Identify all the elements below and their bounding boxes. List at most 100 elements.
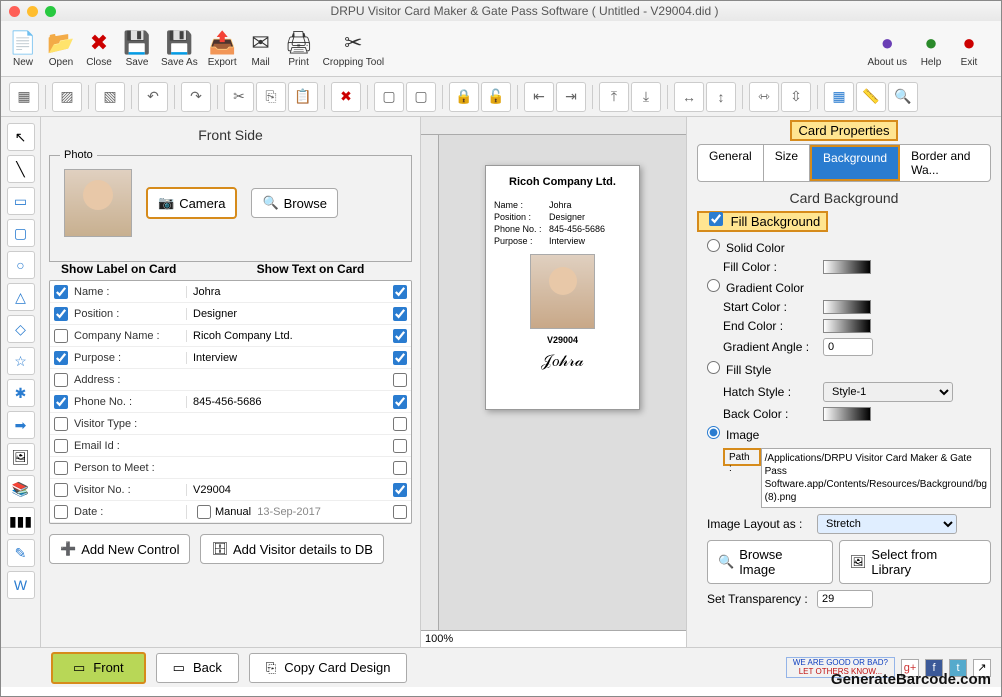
tool-btn[interactable]: ▦ [9, 82, 39, 112]
field-value[interactable]: Designer [186, 308, 389, 320]
triangle-tool[interactable]: △ [7, 283, 35, 311]
align-top-button[interactable]: ⤒ [599, 82, 629, 112]
help-button[interactable]: ●Help [917, 29, 945, 68]
open-button[interactable]: 📂Open [47, 29, 75, 68]
mail-button[interactable]: ✉Mail [247, 29, 275, 68]
canvas[interactable]: Ricoh Company Ltd. Name :Johra Position … [439, 135, 686, 630]
image-radio[interactable]: Image [707, 428, 759, 442]
tab-border[interactable]: Border and Wa... [900, 145, 990, 181]
field-value[interactable]: 845-456-5686 [186, 396, 389, 408]
manual-checkbox[interactable] [197, 505, 211, 519]
show-label-checkbox[interactable] [54, 351, 68, 365]
minimize-window-icon[interactable] [27, 6, 38, 17]
unlock-button[interactable]: 🔓 [481, 82, 511, 112]
rect-tool[interactable]: ▭ [7, 187, 35, 215]
fill-background-checkbox[interactable]: Fill Background [697, 211, 828, 232]
paste-button[interactable]: 📋 [288, 82, 318, 112]
crop-button[interactable]: ✂Cropping Tool [323, 29, 385, 68]
line-tool[interactable]: ╲ [7, 155, 35, 183]
back-color-swatch[interactable] [823, 407, 871, 421]
card-preview[interactable]: Ricoh Company Ltd. Name :Johra Position … [485, 165, 640, 410]
camera-button[interactable]: 📷Camera [146, 187, 237, 219]
end-color-swatch[interactable] [823, 319, 871, 333]
show-label-checkbox[interactable] [54, 505, 68, 519]
dist-v-button[interactable]: ⇳ [781, 82, 811, 112]
gradient-angle-input[interactable] [823, 338, 873, 356]
tab-general[interactable]: General [698, 145, 764, 181]
tool-btn[interactable]: ▧ [95, 82, 125, 112]
delete-button[interactable]: ✖ [331, 82, 361, 112]
center-v-button[interactable]: ↕ [706, 82, 736, 112]
transparency-input[interactable] [817, 590, 873, 608]
show-label-checkbox[interactable] [54, 483, 68, 497]
fill-style-radio[interactable]: Fill Style [707, 363, 771, 377]
show-text-checkbox[interactable] [393, 373, 407, 387]
image-tool[interactable]: 🖼 [7, 443, 35, 471]
close-window-icon[interactable] [9, 6, 20, 17]
signature-tool[interactable]: ✎ [7, 539, 35, 567]
about-button[interactable]: ●About us [868, 29, 907, 68]
burst-tool[interactable]: ✱ [7, 379, 35, 407]
add-control-button[interactable]: ➕Add New Control [49, 534, 190, 564]
cut-button[interactable]: ✂ [224, 82, 254, 112]
exit-button[interactable]: ●Exit [955, 29, 983, 68]
dist-h-button[interactable]: ⇿ [749, 82, 779, 112]
show-label-checkbox[interactable] [54, 307, 68, 321]
redo-button[interactable]: ↷ [181, 82, 211, 112]
tab-background[interactable]: Background [810, 145, 900, 181]
copy-design-button[interactable]: ⎘Copy Card Design [249, 653, 408, 683]
front-tab-button[interactable]: ▭Front [51, 652, 146, 684]
solid-color-radio[interactable]: Solid Color [707, 241, 785, 255]
show-label-checkbox[interactable] [54, 439, 68, 453]
show-text-checkbox[interactable] [393, 285, 407, 299]
roundrect-tool[interactable]: ▢ [7, 219, 35, 247]
undo-button[interactable]: ↶ [138, 82, 168, 112]
ruler-button[interactable]: 📏 [856, 82, 886, 112]
print-button[interactable]: 🖨Print [285, 29, 313, 68]
gradient-color-radio[interactable]: Gradient Color [707, 281, 804, 295]
show-label-checkbox[interactable] [54, 285, 68, 299]
zoom-button[interactable]: 🔍 [888, 82, 918, 112]
lock-button[interactable]: 🔒 [449, 82, 479, 112]
barcode-tool[interactable]: ▮▮▮ [7, 507, 35, 535]
center-h-button[interactable]: ↔ [674, 82, 704, 112]
close-button[interactable]: ✖Close [85, 29, 113, 68]
library-tool[interactable]: 📚 [7, 475, 35, 503]
show-text-checkbox[interactable] [393, 417, 407, 431]
show-text-checkbox[interactable] [393, 329, 407, 343]
zoom-level[interactable]: 100% [421, 630, 686, 647]
start-color-swatch[interactable] [823, 300, 871, 314]
align-right-button[interactable]: ⇥ [556, 82, 586, 112]
hatch-style-select[interactable]: Style-1 [823, 382, 953, 402]
show-label-checkbox[interactable] [54, 373, 68, 387]
tab-size[interactable]: Size [764, 145, 810, 181]
show-text-checkbox[interactable] [393, 461, 407, 475]
copy-button[interactable]: ⎘ [256, 82, 286, 112]
add-db-button[interactable]: 🗄Add Visitor details to DB [200, 534, 383, 564]
image-layout-select[interactable]: Stretch [817, 514, 957, 534]
arrow-tool[interactable]: ➡ [7, 411, 35, 439]
field-value[interactable]: Ricoh Company Ltd. [186, 330, 389, 342]
fill-color-swatch[interactable] [823, 260, 871, 274]
field-value[interactable]: Manual 13-Sep-2017 [186, 505, 389, 519]
maximize-window-icon[interactable] [45, 6, 56, 17]
grid-button[interactable]: ▦ [824, 82, 854, 112]
show-label-checkbox[interactable] [54, 461, 68, 475]
save-button[interactable]: 💾Save [123, 29, 151, 68]
star-tool[interactable]: ☆ [7, 347, 35, 375]
align-left-button[interactable]: ⇤ [524, 82, 554, 112]
field-value[interactable]: Johra [186, 286, 389, 298]
save-as-button[interactable]: 💾Save As [161, 29, 198, 68]
show-text-checkbox[interactable] [393, 395, 407, 409]
tool-btn[interactable]: ▨ [52, 82, 82, 112]
tool-btn[interactable]: ▢ [374, 82, 404, 112]
export-button[interactable]: 📤Export [208, 29, 237, 68]
show-label-checkbox[interactable] [54, 329, 68, 343]
select-library-button[interactable]: 🖼Select from Library [839, 540, 991, 584]
browse-button[interactable]: 🔍Browse [251, 188, 338, 218]
browse-image-button[interactable]: 🔍Browse Image [707, 540, 833, 584]
field-value[interactable]: V29004 [186, 484, 389, 496]
new-button[interactable]: 📄New [9, 29, 37, 68]
watermark-tool[interactable]: W [7, 571, 35, 599]
show-text-checkbox[interactable] [393, 439, 407, 453]
